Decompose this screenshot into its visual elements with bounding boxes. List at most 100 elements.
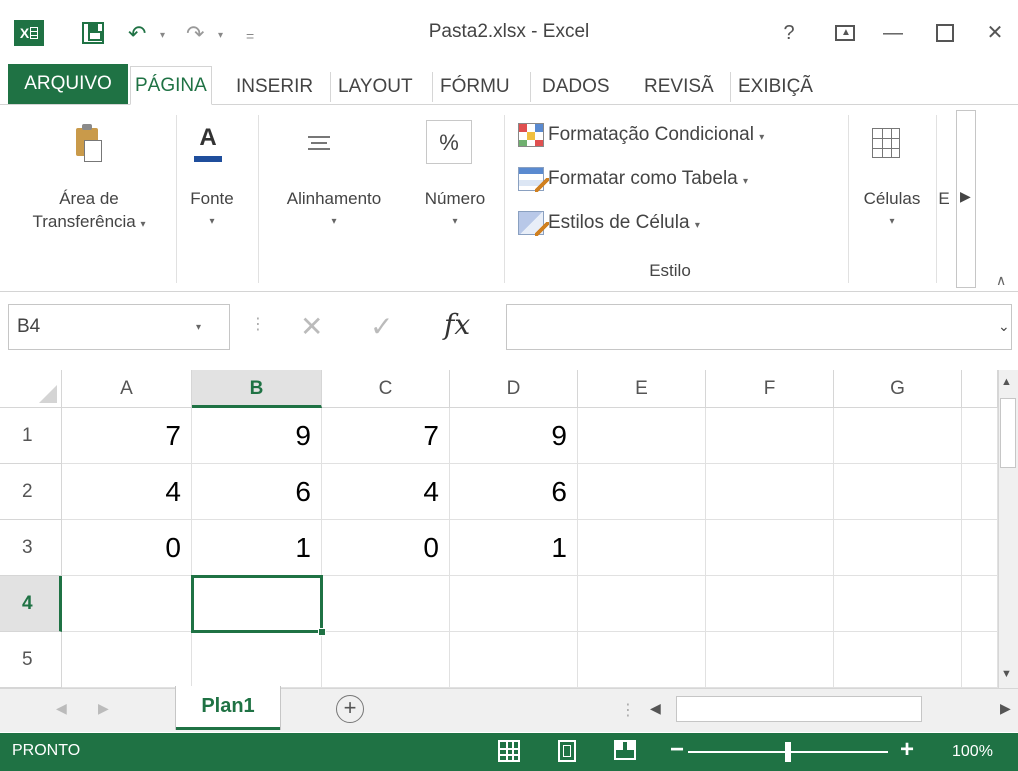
tab-pagina[interactable]: PÁGINA (130, 66, 212, 105)
format-as-table-button[interactable]: Formatar como Tabela ▾ (518, 164, 748, 194)
column-header-d[interactable]: D (450, 370, 578, 408)
horizontal-scrollbar[interactable] (676, 696, 922, 722)
cell-f4[interactable] (706, 576, 834, 632)
zoom-out-button[interactable]: − (670, 736, 684, 764)
cell-c1[interactable]: 7 (322, 408, 450, 464)
cell-g4[interactable] (834, 576, 962, 632)
cell-g5[interactable] (834, 632, 962, 688)
close-button[interactable]: ✕ (976, 16, 1014, 50)
row-header-4[interactable]: 4 (0, 576, 62, 632)
column-header-c[interactable]: C (322, 370, 450, 408)
page-break-view-icon[interactable] (614, 740, 636, 760)
cell-d5[interactable] (450, 632, 578, 688)
cell-a2[interactable]: 4 (62, 464, 192, 520)
cell-partial[interactable] (962, 632, 998, 688)
zoom-slider-thumb[interactable] (785, 742, 791, 762)
minimize-button[interactable]: — (874, 16, 912, 50)
cell-f2[interactable] (706, 464, 834, 520)
cell-a4[interactable] (62, 576, 192, 632)
column-header-a[interactable]: A (62, 370, 192, 408)
cell-c4[interactable] (322, 576, 450, 632)
cell-e1[interactable] (578, 408, 706, 464)
tab-inserir[interactable]: INSERIR (232, 70, 317, 104)
zoom-in-button[interactable]: + (900, 736, 914, 764)
scroll-up-icon[interactable]: ▲ (1001, 376, 1012, 388)
cell-e3[interactable] (578, 520, 706, 576)
select-all-corner[interactable] (0, 370, 62, 408)
cell-d4[interactable] (450, 576, 578, 632)
tab-dados[interactable]: DADOS (538, 70, 614, 104)
align-center-icon[interactable] (302, 128, 336, 158)
cell-f5[interactable] (706, 632, 834, 688)
column-header-partial[interactable] (962, 370, 998, 408)
ribbon-display-options-icon[interactable]: ▲ (826, 16, 864, 50)
cell-b1[interactable]: 9 (192, 408, 322, 464)
normal-view-icon[interactable] (498, 740, 520, 762)
cell-g2[interactable] (834, 464, 962, 520)
ribbon-scroll-right-icon[interactable]: ▶ (960, 188, 971, 205)
cell-d3[interactable]: 1 (450, 520, 578, 576)
prev-sheet-icon[interactable]: ◀ (56, 700, 67, 717)
cell-a3[interactable]: 0 (62, 520, 192, 576)
formula-input[interactable] (506, 304, 1012, 350)
column-header-g[interactable]: G (834, 370, 962, 408)
expand-formula-bar-icon[interactable]: ⌄ (998, 318, 1010, 335)
column-header-e[interactable]: E (578, 370, 706, 408)
cell-g1[interactable] (834, 408, 962, 464)
cell-partial[interactable] (962, 576, 998, 632)
tab-layout[interactable]: LAYOUT (334, 70, 417, 104)
cells-group-button[interactable]: Células ▾ (852, 187, 932, 233)
row-header-2[interactable]: 2 (0, 464, 62, 520)
scroll-right-icon[interactable]: ▶ (1000, 700, 1011, 717)
help-button[interactable]: ? (770, 16, 808, 50)
tab-revisao[interactable]: REVISÃ (640, 70, 718, 104)
cell-e5[interactable] (578, 632, 706, 688)
row-header-1[interactable]: 1 (0, 408, 62, 464)
scroll-down-icon[interactable]: ▼ (1001, 668, 1012, 680)
cell-g3[interactable] (834, 520, 962, 576)
cell-partial[interactable] (962, 464, 998, 520)
cell-e2[interactable] (578, 464, 706, 520)
cell-f1[interactable] (706, 408, 834, 464)
cell-partial[interactable] (962, 408, 998, 464)
tab-arquivo[interactable]: ARQUIVO (8, 64, 128, 104)
cell-b2[interactable]: 6 (192, 464, 322, 520)
vertical-scroll-thumb[interactable] (1000, 398, 1016, 468)
clipboard-group-button[interactable]: Área de Transferência ▾ (6, 187, 172, 236)
cell-e4[interactable] (578, 576, 706, 632)
row-header-5[interactable]: 5 (0, 632, 62, 688)
collapse-ribbon-icon[interactable]: ∧ (996, 272, 1006, 289)
cell-a5[interactable] (62, 632, 192, 688)
cell-b5[interactable] (192, 632, 322, 688)
cell-b3[interactable]: 1 (192, 520, 322, 576)
font-group-button[interactable]: Fonte ▾ (184, 187, 240, 233)
alignment-group-button[interactable]: Alinhamento ▾ (262, 187, 406, 233)
tab-split-grip[interactable]: ⋮ (620, 700, 636, 720)
cells-icon[interactable] (872, 128, 900, 158)
cell-d2[interactable]: 6 (450, 464, 578, 520)
number-group-button[interactable]: Número ▾ (410, 187, 500, 233)
page-layout-view-icon[interactable] (558, 740, 576, 762)
active-cell-b4[interactable] (191, 575, 323, 633)
cell-a1[interactable]: 7 (62, 408, 192, 464)
zoom-level[interactable]: 100% (952, 743, 993, 761)
editing-group-truncated[interactable]: E (936, 187, 952, 210)
paste-icon[interactable] (72, 124, 102, 166)
cell-f3[interactable] (706, 520, 834, 576)
insert-function-icon[interactable]: fx (444, 308, 470, 341)
cell-styles-button[interactable]: Estilos de Célula ▾ (518, 208, 700, 238)
column-header-b[interactable]: B (192, 370, 322, 408)
tab-formulas[interactable]: FÓRMU (436, 70, 514, 104)
conditional-formatting-button[interactable]: Formatação Condicional ▾ (518, 120, 764, 150)
font-color-icon[interactable]: A (188, 124, 228, 166)
sheet-tab-plan1[interactable]: Plan1 (176, 686, 280, 730)
tab-exibicao[interactable]: EXIBIÇÃ (734, 70, 817, 104)
cell-d1[interactable]: 9 (450, 408, 578, 464)
cell-c5[interactable] (322, 632, 450, 688)
cell-partial[interactable] (962, 520, 998, 576)
percent-icon[interactable]: % (426, 120, 472, 164)
name-box-dropdown-icon[interactable]: ▾ (196, 322, 201, 333)
row-header-3[interactable]: 3 (0, 520, 62, 576)
column-header-f[interactable]: F (706, 370, 834, 408)
add-sheet-button[interactable]: + (336, 695, 364, 723)
